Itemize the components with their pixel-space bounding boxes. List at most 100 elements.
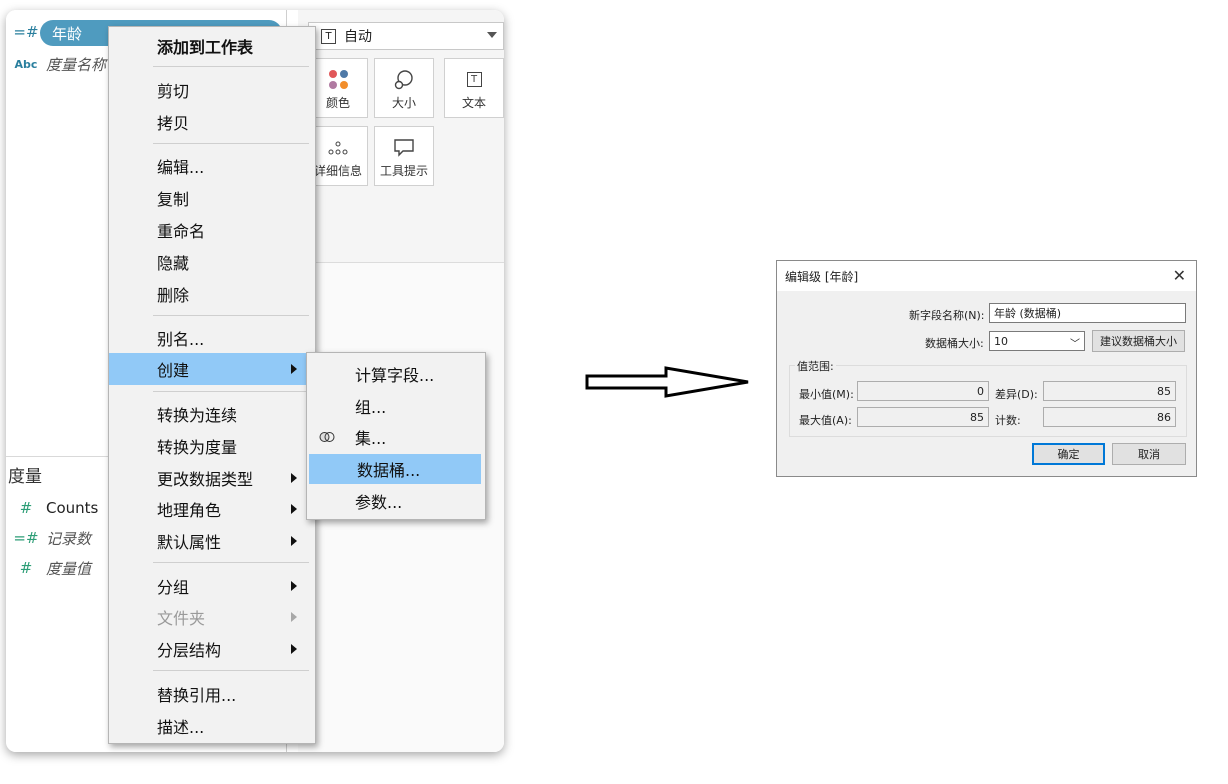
- edit-bins-dialog: 编辑级 [年龄] ✕ 新字段名称(N): 年龄 (数据桶) 数据桶大小: 10 …: [776, 260, 1197, 477]
- chevron-right-icon: [291, 473, 297, 483]
- menu-item-cut[interactable]: 剪切: [109, 75, 315, 105]
- submenu-item-calc-field[interactable]: 计算字段...: [307, 359, 485, 389]
- text-mark-icon: T: [321, 28, 336, 44]
- menu-item-edit[interactable]: 编辑...: [109, 151, 315, 181]
- menu-item-hierarchy[interactable]: 分层结构: [109, 634, 315, 664]
- menu-item-replace-ref[interactable]: 替换引用...: [109, 679, 315, 709]
- color-label: 颜色: [325, 95, 350, 110]
- menu-label: 计算字段...: [355, 366, 435, 385]
- abc-icon: Abc: [14, 57, 38, 71]
- menu-label: 剪切: [157, 82, 190, 101]
- menu-separator: [153, 670, 309, 671]
- new-field-input[interactable]: 年龄 (数据桶): [989, 303, 1186, 323]
- submenu-item-group[interactable]: 组...: [307, 391, 485, 421]
- size-icon: [393, 66, 415, 94]
- menu-label: 转换为度量: [157, 438, 238, 457]
- bin-size-label: 数据桶大小:: [925, 337, 984, 350]
- color-button[interactable]: 颜色: [308, 58, 368, 118]
- mark-type-value: 自动: [344, 29, 372, 45]
- field-label: Counts: [46, 499, 99, 517]
- menu-item-delete[interactable]: 删除: [109, 279, 315, 309]
- menu-label: 替换引用...: [157, 686, 237, 705]
- min-value: 0: [977, 384, 984, 398]
- cancel-button[interactable]: 取消: [1112, 443, 1186, 465]
- color-dots-icon: [328, 66, 348, 94]
- menu-item-change-type[interactable]: 更改数据类型: [109, 463, 315, 493]
- mark-type-dropdown[interactable]: T 自动: [308, 22, 504, 50]
- submenu-item-parameter[interactable]: 参数...: [307, 486, 485, 516]
- bin-size-select[interactable]: 10 ﹀: [989, 331, 1085, 351]
- menu-item-duplicate[interactable]: 复制: [109, 183, 315, 213]
- close-icon[interactable]: ✕: [1173, 266, 1186, 285]
- tooltip-icon: [393, 134, 415, 162]
- size-button[interactable]: 大小: [374, 58, 434, 118]
- menu-item-convert-continuous[interactable]: 转换为连续: [109, 399, 315, 429]
- ok-button[interactable]: 确定: [1032, 443, 1105, 465]
- menu-item-geo-role[interactable]: 地理角色: [109, 494, 315, 524]
- field-context-menu: 添加到工作表 剪切 拷贝 编辑... 复制 重命名 隐藏 删除 别名... 创建…: [108, 26, 316, 744]
- submenu-item-bins[interactable]: 数据桶...: [309, 454, 481, 484]
- menu-label: 删除: [157, 286, 190, 305]
- measure-row-counts[interactable]: # Counts: [6, 496, 99, 520]
- measures-title: 度量: [8, 467, 42, 487]
- field-label: 记录数: [46, 529, 92, 548]
- detail-label: 详细信息: [313, 163, 362, 178]
- chevron-right-icon: [291, 581, 297, 591]
- menu-label: 创建: [157, 361, 190, 380]
- detail-button[interactable]: 详细信息: [308, 126, 368, 186]
- menu-label: 数据桶...: [357, 461, 421, 480]
- menu-separator: [153, 562, 309, 563]
- submenu-item-set[interactable]: 集...: [307, 422, 485, 452]
- menu-label: 地理角色: [157, 501, 222, 520]
- hash-icon: #: [19, 559, 33, 577]
- chevron-right-icon: [291, 612, 297, 622]
- diff-value-field: 85: [1043, 381, 1176, 401]
- color-dot: [328, 81, 337, 89]
- button-label: 确定: [1057, 448, 1080, 461]
- chevron-down-icon: [487, 32, 497, 38]
- menu-separator: [153, 315, 309, 316]
- menu-item-create[interactable]: 创建: [109, 353, 315, 385]
- max-value: 85: [970, 410, 984, 424]
- menu-label: 编辑...: [157, 158, 205, 177]
- bin-hash-icon: =#: [13, 23, 39, 41]
- menu-item-default-props[interactable]: 默认属性: [109, 526, 315, 556]
- menu-label: 默认属性: [157, 533, 222, 552]
- measure-row-records[interactable]: =# 记录数: [6, 526, 91, 550]
- dialog-title: 编辑级 [年龄]: [785, 269, 859, 284]
- new-field-value: 年龄 (数据桶): [994, 307, 1062, 320]
- new-field-label: 新字段名称(N):: [909, 309, 985, 322]
- set-icon: [319, 432, 335, 442]
- count-value: 86: [1157, 410, 1171, 424]
- pill-label: 年龄: [52, 24, 83, 43]
- suggest-bin-size-button[interactable]: 建议数据桶大小: [1092, 330, 1185, 352]
- button-label: 取消: [1138, 448, 1160, 461]
- menu-label: 集...: [355, 429, 387, 448]
- field-row-age[interactable]: =#: [6, 20, 46, 44]
- measure-row-values[interactable]: # 度量值: [6, 556, 91, 580]
- text-label: 文本: [461, 95, 486, 110]
- menu-item-group[interactable]: 分组: [109, 571, 315, 601]
- field-row-measure-names[interactable]: Abc 度量名称: [6, 52, 106, 76]
- chevron-right-icon: [291, 364, 297, 374]
- menu-item-describe[interactable]: 描述...: [109, 711, 315, 741]
- menu-item-hide[interactable]: 隐藏: [109, 247, 315, 277]
- menu-label: 添加到工作表: [157, 38, 254, 57]
- menu-item-convert-measure[interactable]: 转换为度量: [109, 431, 315, 461]
- value-range-title: 值范围:: [795, 358, 836, 374]
- max-label: 最大值(A):: [799, 414, 852, 427]
- field-label: 度量名称: [46, 55, 107, 74]
- menu-label: 隐藏: [157, 254, 190, 273]
- menu-item-alias[interactable]: 别名...: [109, 323, 315, 353]
- menu-item-copy[interactable]: 拷贝: [109, 107, 315, 137]
- menu-label: 复制: [157, 190, 190, 209]
- size-label: 大小: [391, 95, 416, 110]
- menu-label: 分组: [157, 578, 190, 597]
- menu-item-rename[interactable]: 重命名: [109, 215, 315, 245]
- menu-item-add-to-sheet[interactable]: 添加到工作表: [109, 31, 315, 61]
- text-button[interactable]: T 文本: [444, 58, 504, 118]
- menu-label: 描述...: [157, 718, 205, 737]
- tooltip-button[interactable]: 工具提示: [374, 126, 434, 186]
- count-value-field: 86: [1043, 407, 1176, 427]
- menu-label: 分层结构: [157, 641, 222, 660]
